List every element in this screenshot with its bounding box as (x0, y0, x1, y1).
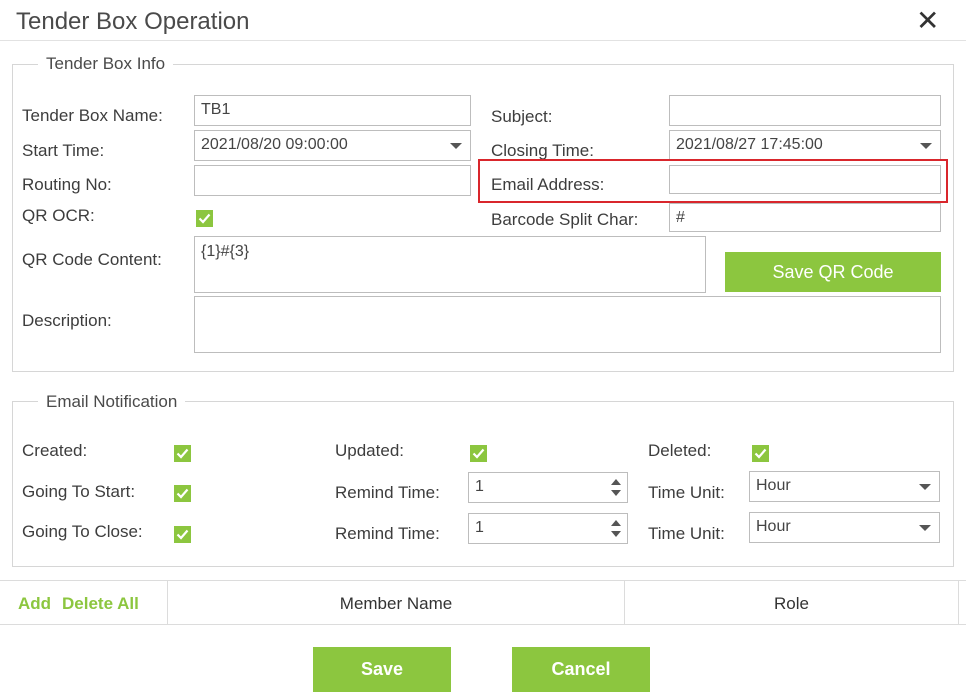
subject-input[interactable] (669, 95, 941, 126)
close-icon[interactable]: ✕ (916, 4, 939, 37)
members-table-bottom-border (0, 624, 966, 625)
subject-label: Subject: (491, 107, 553, 126)
start-time-value: 2021/08/20 09:00:00 (201, 136, 348, 153)
chevron-down-icon (919, 484, 931, 490)
going-to-start-checkbox[interactable] (174, 485, 191, 502)
email-notification-legend: Email Notification (38, 392, 186, 412)
time-unit-start-select[interactable]: Hour (749, 471, 940, 502)
time-unit-start-value: Hour (756, 477, 791, 494)
add-link[interactable]: Add (18, 594, 51, 614)
check-icon (472, 448, 485, 459)
time-unit-close-label: Time Unit: (648, 524, 725, 543)
description-textarea[interactable] (194, 296, 941, 353)
closing-time-value: 2021/08/27 17:45:00 (676, 136, 823, 153)
chevron-down-icon (919, 525, 931, 531)
remind-time-start-value: 1 (475, 478, 484, 495)
cancel-button[interactable]: Cancel (512, 647, 650, 692)
email-address-label: Email Address: (491, 175, 605, 194)
chevron-down-icon (920, 143, 932, 149)
email-address-input[interactable] (669, 165, 941, 194)
member-name-column-header: Member Name (339, 594, 453, 613)
time-unit-close-select[interactable]: Hour (749, 512, 940, 543)
barcode-split-char-input[interactable]: # (669, 203, 941, 232)
remind-time-start-stepper[interactable]: 1 (468, 472, 628, 503)
spin-down-icon[interactable] (611, 490, 621, 496)
closing-time-label: Closing Time: (491, 141, 594, 160)
deleted-label: Deleted: (648, 441, 712, 460)
tender-box-info-legend: Tender Box Info (38, 54, 174, 74)
tender-box-name-input[interactable]: TB1 (194, 95, 471, 126)
remind-time-close-label: Remind Time: (335, 524, 440, 543)
spin-up-icon[interactable] (611, 520, 621, 526)
updated-label: Updated: (335, 441, 404, 460)
check-icon (176, 488, 189, 499)
time-unit-close-value: Hour (756, 518, 791, 535)
members-table-top-border (0, 580, 966, 581)
save-qr-code-button[interactable]: Save QR Code (725, 252, 941, 292)
tender-box-name-label: Tender Box Name: (22, 106, 163, 125)
check-icon (176, 529, 189, 540)
dialog-title: Tender Box Operation (16, 8, 250, 35)
deleted-checkbox[interactable] (752, 445, 769, 462)
created-label: Created: (22, 441, 88, 460)
time-unit-start-label: Time Unit: (648, 483, 725, 502)
chevron-down-icon (450, 143, 462, 149)
closing-time-select[interactable]: 2021/08/27 17:45:00 (669, 130, 941, 161)
start-time-select[interactable]: 2021/08/20 09:00:00 (194, 130, 471, 161)
updated-checkbox[interactable] (470, 445, 487, 462)
role-column-header: Role (774, 594, 809, 613)
members-table-divider (958, 580, 959, 624)
remind-time-start-label: Remind Time: (335, 483, 440, 502)
start-time-label: Start Time: (22, 141, 105, 160)
remind-time-close-stepper[interactable]: 1 (468, 513, 628, 544)
spin-up-icon[interactable] (611, 479, 621, 485)
header-divider (0, 40, 966, 41)
qr-ocr-label: QR OCR: (22, 206, 95, 225)
going-to-close-checkbox[interactable] (174, 526, 191, 543)
spin-down-icon[interactable] (611, 531, 621, 537)
qr-code-content-textarea[interactable]: {1}#{3} (194, 236, 706, 293)
check-icon (754, 448, 767, 459)
routing-no-label: Routing No: (22, 175, 112, 194)
barcode-split-char-label: Barcode Split Char: (491, 210, 639, 229)
check-icon (176, 448, 189, 459)
remind-time-close-value: 1 (475, 519, 484, 536)
save-button[interactable]: Save (313, 647, 451, 692)
check-icon (198, 213, 211, 224)
qr-ocr-checkbox[interactable] (196, 210, 213, 227)
qr-code-content-label: QR Code Content: (22, 250, 162, 269)
routing-no-input[interactable] (194, 165, 471, 196)
created-checkbox[interactable] (174, 445, 191, 462)
delete-all-link[interactable]: Delete All (62, 594, 139, 614)
going-to-close-label: Going To Close: (22, 522, 143, 541)
description-label: Description: (22, 311, 112, 330)
going-to-start-label: Going To Start: (22, 482, 136, 501)
